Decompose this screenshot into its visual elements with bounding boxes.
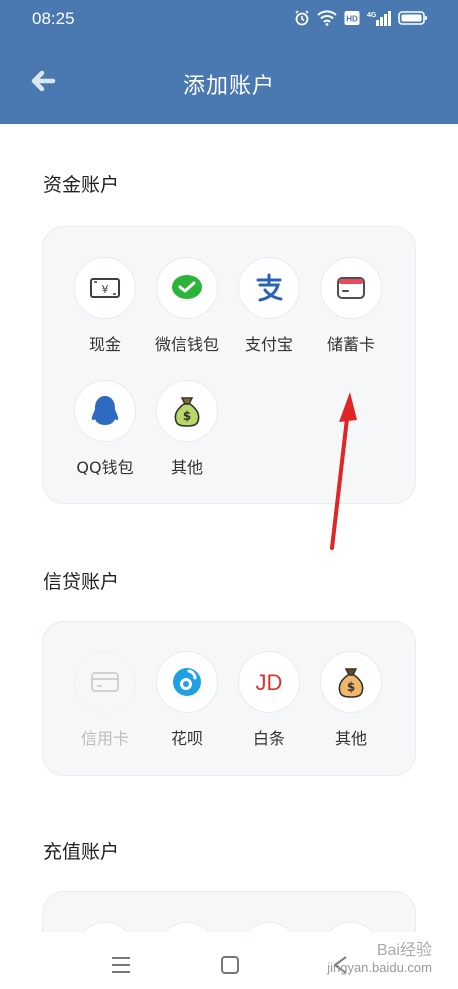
account-option-alipay[interactable]: 支付宝 bbox=[228, 257, 310, 355]
account-label: 微信钱包 bbox=[154, 335, 219, 354]
home-button[interactable] bbox=[217, 952, 243, 978]
account-label: 白条 bbox=[252, 729, 285, 748]
account-label: 支付宝 bbox=[244, 335, 293, 354]
account-option-huabei[interactable]: 花呗 bbox=[146, 651, 228, 749]
account-option-baitiao[interactable]: JD 白条 bbox=[228, 651, 310, 749]
svg-text:$: $ bbox=[183, 409, 191, 423]
app-header: 08:25 HD 4G 添加账户 bbox=[0, 0, 458, 124]
svg-text:¥: ¥ bbox=[102, 283, 109, 296]
status-time: 08:25 bbox=[32, 9, 75, 28]
jd-icon: JD bbox=[256, 670, 283, 695]
account-label: 储蓄卡 bbox=[326, 335, 375, 354]
baidu-watermark: Bai经验 jingyan.baidu.com bbox=[327, 942, 432, 975]
wechat-icon bbox=[172, 275, 202, 299]
wifi-icon bbox=[317, 10, 337, 30]
status-bar: 08:25 HD 4G bbox=[0, 0, 458, 40]
section-title-funds: 资金账户 bbox=[43, 174, 120, 196]
svg-text:$: $ bbox=[347, 680, 355, 694]
signal-icon: 4G bbox=[367, 10, 391, 30]
qq-icon bbox=[91, 396, 119, 425]
account-label: 其他 bbox=[334, 729, 367, 748]
account-option-other-credit[interactable]: $ 其他 bbox=[310, 651, 392, 749]
red-arrow-icon bbox=[330, 392, 357, 550]
credit-card-icon bbox=[91, 672, 119, 692]
svg-text:4G: 4G bbox=[367, 12, 377, 19]
menu-button[interactable] bbox=[108, 952, 134, 978]
account-option-credit-card[interactable]: 信用卡 bbox=[64, 651, 146, 749]
battery-icon bbox=[398, 10, 428, 30]
account-option-savings-card[interactable]: 储蓄卡 bbox=[310, 257, 392, 355]
account-option-wechat[interactable]: 微信钱包 bbox=[146, 257, 228, 355]
account-label: 现金 bbox=[88, 335, 121, 354]
alarm-icon bbox=[294, 10, 310, 30]
section-title-credit: 信贷账户 bbox=[43, 571, 120, 593]
savings-card-icon bbox=[337, 277, 365, 299]
account-label: QQ钱包 bbox=[76, 458, 134, 477]
hd-icon: HD bbox=[344, 10, 360, 30]
home-square-icon bbox=[221, 956, 239, 974]
menu-icon bbox=[112, 957, 130, 973]
account-option-cash[interactable]: ¥ 现金 bbox=[64, 257, 146, 355]
money-bag-icon: $ bbox=[174, 397, 200, 427]
account-label: 花呗 bbox=[170, 729, 203, 748]
alipay-icon bbox=[256, 273, 283, 302]
page-title: 添加账户 bbox=[182, 74, 275, 99]
svg-text:HD: HD bbox=[346, 15, 358, 24]
huabei-icon bbox=[173, 668, 201, 696]
account-option-other-funds[interactable]: $ 其他 bbox=[146, 380, 228, 478]
section-title-recharge: 充值账户 bbox=[43, 841, 120, 863]
money-bag-icon: $ bbox=[338, 668, 364, 698]
annotation-arrow bbox=[320, 380, 360, 560]
account-label: 其他 bbox=[170, 458, 203, 477]
svg-text:JD: JD bbox=[256, 670, 283, 695]
account-option-qq-wallet[interactable]: QQ钱包 bbox=[64, 380, 146, 478]
credit-account-card: 信用卡 花呗 JD 白条 $ 其他 bbox=[42, 621, 416, 776]
cash-icon: ¥ bbox=[90, 278, 120, 298]
account-label: 信用卡 bbox=[80, 729, 129, 748]
